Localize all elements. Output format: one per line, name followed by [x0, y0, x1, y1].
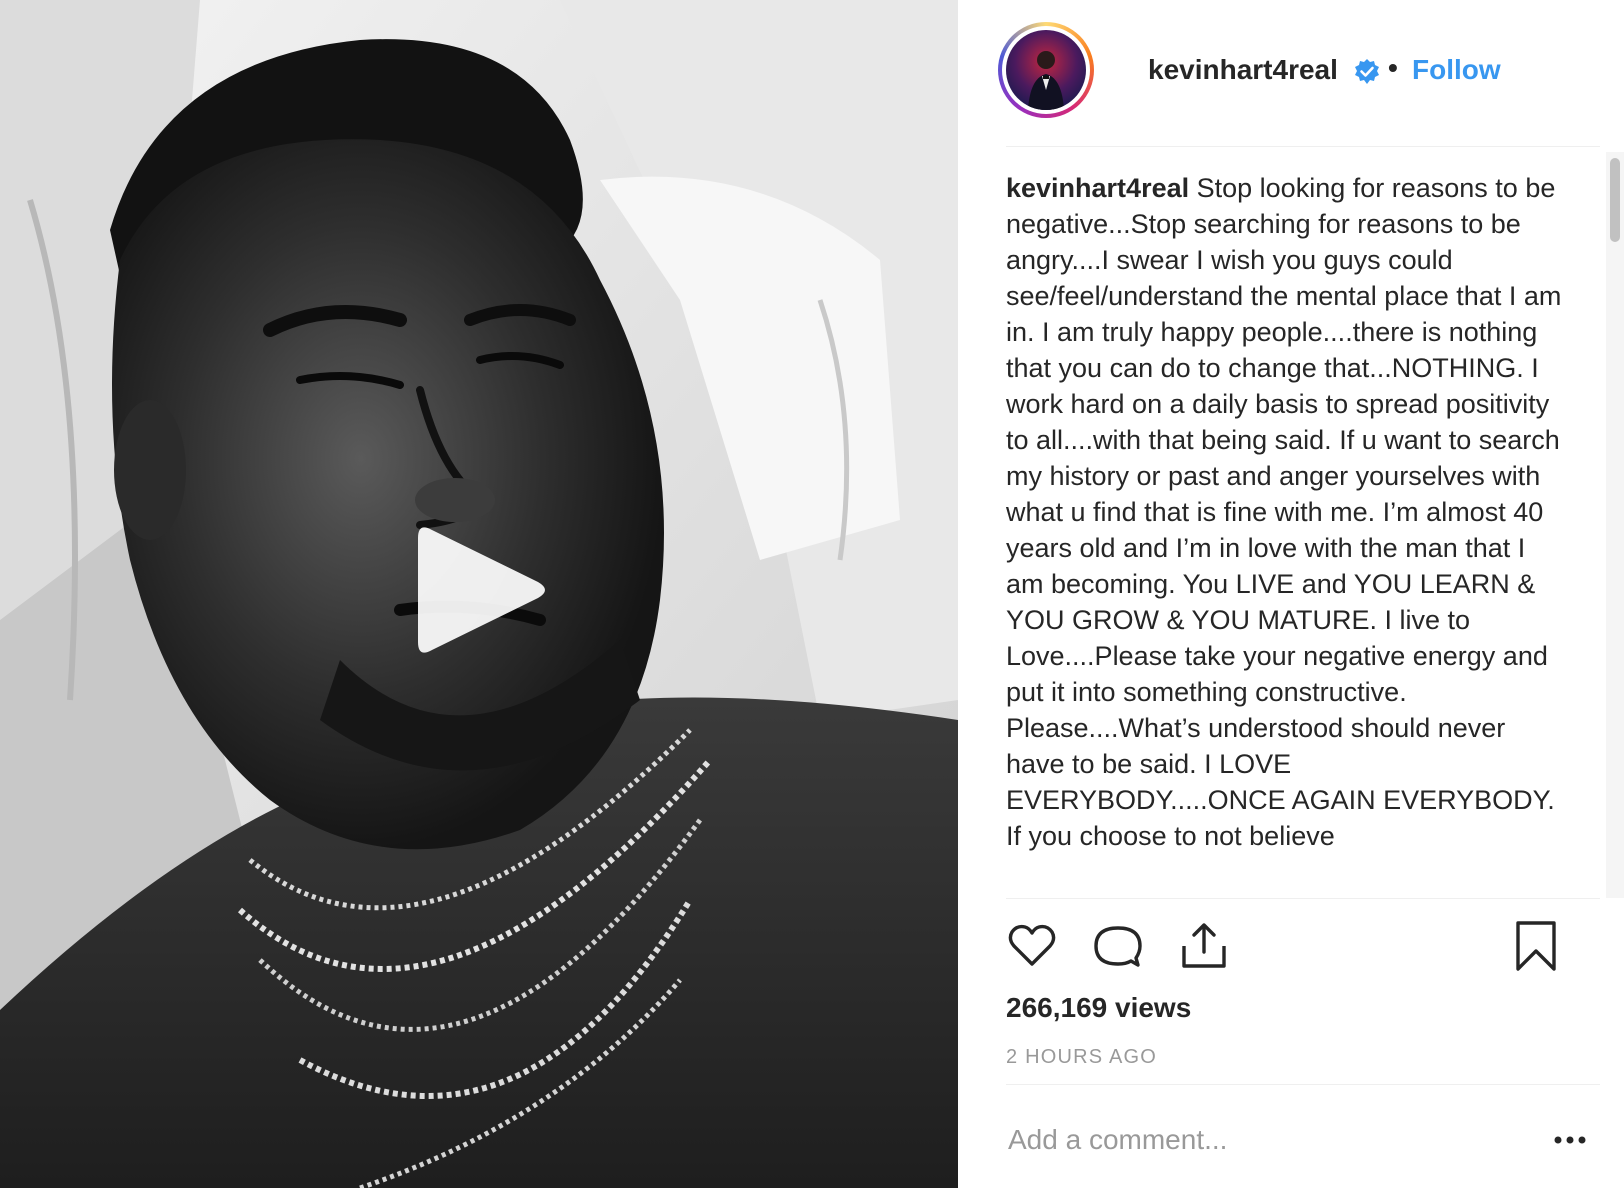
- comment-input[interactable]: [1008, 1118, 1528, 1162]
- avatar[interactable]: [998, 22, 1094, 118]
- scrollbar-thumb[interactable]: [1610, 158, 1620, 242]
- avatar-image: [1006, 30, 1086, 110]
- view-count[interactable]: 266,169 views: [1006, 992, 1191, 1024]
- caption-text: Stop looking for reasons to be negative.…: [1006, 173, 1562, 851]
- instagram-post: kevinhart4real • Follow kevinhart4real S…: [0, 0, 1624, 1188]
- verified-badge-icon: [1355, 59, 1379, 84]
- caption-divider: [1006, 898, 1600, 899]
- heart-icon[interactable]: [1006, 920, 1058, 972]
- caption-scroll-area[interactable]: kevinhart4real Stop looking for reasons …: [1006, 170, 1566, 898]
- comment-bubble-icon[interactable]: [1092, 920, 1144, 972]
- more-horizontal-icon[interactable]: [1550, 1124, 1590, 1156]
- post-details-panel: kevinhart4real • Follow kevinhart4real S…: [958, 0, 1624, 1188]
- comment-divider: [1006, 1084, 1600, 1085]
- caption-username[interactable]: kevinhart4real: [1006, 173, 1189, 203]
- play-icon[interactable]: [418, 522, 548, 658]
- action-bar: [1006, 920, 1566, 976]
- post-video[interactable]: [0, 0, 958, 1188]
- bookmark-icon[interactable]: [1510, 920, 1562, 972]
- separator-dot: •: [1388, 52, 1398, 83]
- share-icon[interactable]: [1178, 920, 1230, 972]
- header-username[interactable]: kevinhart4real: [1148, 54, 1338, 86]
- post-timestamp[interactable]: 2 HOURS AGO: [1006, 1046, 1157, 1069]
- post-caption: kevinhart4real Stop looking for reasons …: [1006, 170, 1566, 854]
- caption-scrollbar[interactable]: [1606, 152, 1624, 898]
- header-divider: [1006, 146, 1600, 147]
- post-header: kevinhart4real • Follow: [998, 22, 1598, 122]
- follow-button[interactable]: Follow: [1412, 54, 1501, 86]
